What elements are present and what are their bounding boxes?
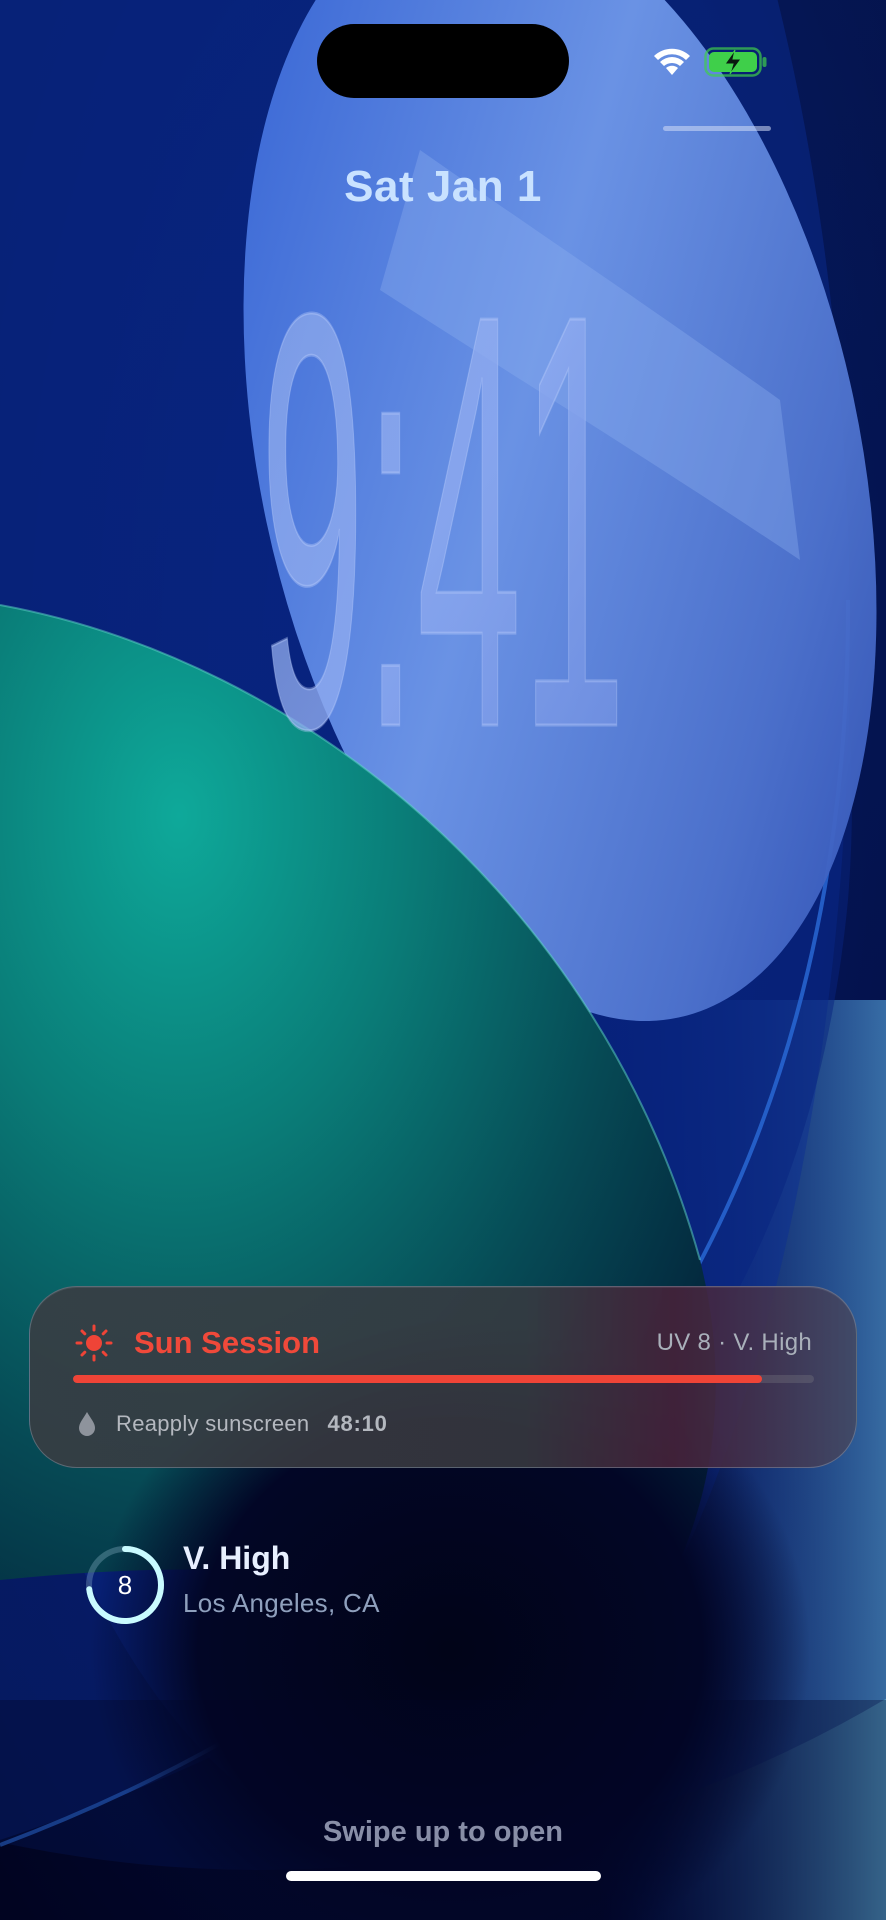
lock-screen-clock: 9:41 <box>259 191 627 760</box>
home-indicator[interactable] <box>286 1871 601 1881</box>
uv-level-label: V. High <box>183 1540 291 1576</box>
session-progress-bar <box>73 1375 814 1383</box>
session-progress-fill <box>73 1375 763 1383</box>
sun-icon <box>74 1323 114 1363</box>
location-label: Los Angeles, CA <box>183 1588 380 1618</box>
live-activity-title: Sun Session <box>134 1325 321 1360</box>
uv-index-label: UV 8 · V. High <box>656 1329 812 1356</box>
reminder-timer: 48:10 <box>327 1411 388 1436</box>
reminder-text: Reapply sunscreen <box>116 1411 310 1436</box>
sun-session-live-activity[interactable]: Sun Session UV 8 · V. High Reapply sunsc… <box>29 1286 857 1468</box>
clock-time: 9:41 <box>260 193 626 760</box>
swipe-up-hint: Swipe up to open <box>322 1816 564 1848</box>
drop-icon <box>76 1411 98 1437</box>
live-activity-header: Sun Session UV 8 · V. High <box>74 1315 812 1371</box>
lock-screen: Sat Jan 1 9:41 Sun Session UV 8 · V. Hig… <box>0 0 886 1920</box>
uv-index-value: 8 <box>117 1570 133 1600</box>
reminder-row: Reapply sunscreen 48:10 <box>74 1405 388 1443</box>
